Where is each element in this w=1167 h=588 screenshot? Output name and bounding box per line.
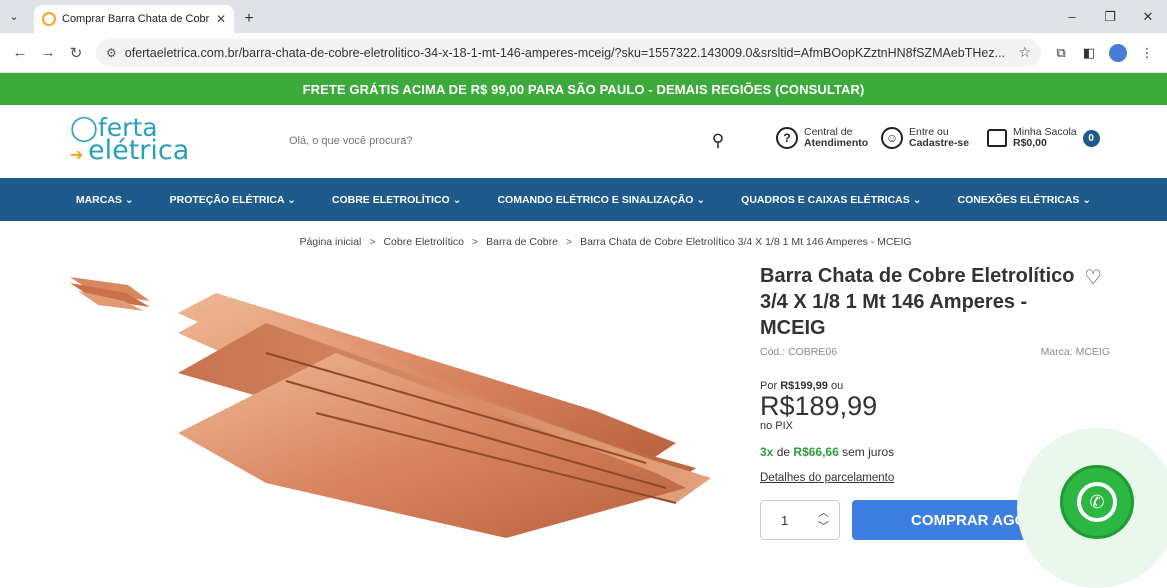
cart-count-badge: 0 — [1082, 129, 1100, 147]
product-brand: Marca: MCEIG — [1040, 346, 1110, 358]
site-favicon-icon — [42, 12, 56, 26]
tab-title: Comprar Barra Chata de Cobre — [62, 13, 210, 25]
breadcrumb-current: Barra Chata de Cobre Eletrolítico 3/4 X … — [580, 236, 912, 248]
shopping-bag-icon — [987, 129, 1007, 147]
product-code: Cód.: COBRE06 — [760, 346, 838, 358]
free-shipping-banner: FRETE GRÁTIS ACIMA DE R$ 99,00 PARA SÃO … — [0, 73, 1167, 105]
installments-count: 3x — [760, 445, 774, 459]
category-nav: MARCAS ⌄ PROTEÇÃO ELÉTRICA ⌄ COBRE ELETR… — [0, 178, 1167, 221]
address-bar: ← → ↻ ⚙ ofertaeletrica.com.br/barra-chat… — [0, 33, 1167, 73]
minimize-button[interactable]: – — [1053, 9, 1091, 24]
pix-price: R$189,99 — [760, 391, 878, 421]
bookmark-star-icon[interactable]: ☆ — [1018, 44, 1031, 61]
chevron-down-icon[interactable]: ﹀ — [818, 520, 829, 534]
window-controls: – ❐ ✕ — [1053, 0, 1167, 33]
installments-value: R$66,66 — [793, 445, 839, 459]
cart-total: R$0,00 — [1013, 137, 1047, 149]
account-link[interactable]: ☺ Entre ou Cadastre-se — [881, 127, 969, 149]
account-label-2: Cadastre-se — [909, 137, 970, 149]
search-bar: ⚲ — [278, 127, 728, 155]
tab-close-icon[interactable]: ✕ — [216, 12, 226, 26]
whatsapp-icon: ✆ — [1077, 482, 1117, 522]
chevron-up-icon[interactable]: ︿ — [818, 506, 829, 520]
profile-avatar[interactable] — [1109, 43, 1127, 62]
installments-de: de — [776, 445, 791, 459]
quantity-stepper[interactable]: 1 ︿ ﹀ — [760, 500, 840, 540]
help-icon: ? — [776, 127, 798, 149]
support-label-2: Atendimento — [804, 137, 869, 149]
quantity-arrows: ︿ ﹀ — [818, 506, 829, 534]
search-icon[interactable]: ⚲ — [708, 131, 728, 151]
side-panel-icon[interactable]: ◧ — [1075, 45, 1103, 61]
quantity-value: 1 — [781, 512, 789, 528]
nav-item-protecao[interactable]: PROTEÇÃO ELÉTRICA ⌄ — [152, 194, 314, 206]
tab-search-icon[interactable]: ⌄ — [0, 0, 28, 33]
browser-tabbar: ⌄ Comprar Barra Chata de Cobre ✕ + – ❐ ✕ — [0, 0, 1167, 33]
logo-text-bottom: elétrica — [88, 135, 190, 166]
installments-suffix: sem juros — [842, 445, 895, 459]
maximize-button[interactable]: ❐ — [1091, 9, 1129, 25]
nav-item-quadros[interactable]: QUADROS E CAIXAS ELÉTRICAS ⌄ — [723, 194, 939, 206]
site-info-icon[interactable]: ⚙ — [106, 46, 117, 60]
product-meta: Cód.: COBRE06 Marca: MCEIG — [760, 346, 1110, 358]
cart-link[interactable]: Minha Sacola R$0,00 0 — [987, 127, 1100, 149]
nav-item-marcas[interactable]: MARCAS ⌄ — [58, 194, 152, 206]
wishlist-heart-icon[interactable]: ♡ — [1084, 265, 1102, 290]
breadcrumb-category[interactable]: Cobre Eletrolítico — [383, 236, 464, 248]
breadcrumb-chevron-icon: > — [472, 236, 479, 248]
customer-support-link[interactable]: ? Central de Atendimento — [776, 127, 868, 149]
browser-menu-icon[interactable]: ⋮ — [1133, 45, 1161, 61]
browser-tab[interactable]: Comprar Barra Chata de Cobre ✕ — [34, 5, 234, 33]
plug-icon: ➔ — [70, 147, 84, 164]
nav-item-conexoes[interactable]: CONEXÕES ELÉTRICAS ⌄ — [940, 194, 1110, 206]
site-header: ◯ferta ➔ elétrica ⚲ ? Central deAtendime… — [0, 105, 1167, 178]
back-button[interactable]: ← — [6, 44, 34, 61]
site-logo[interactable]: ◯ferta ➔ elétrica — [70, 113, 230, 166]
user-icon: ☺ — [881, 127, 903, 149]
breadcrumb-home[interactable]: Página inicial — [299, 236, 361, 248]
product-thumbnail[interactable] — [68, 271, 152, 313]
nav-item-cobre[interactable]: COBRE ELETROLÍTICO ⌄ — [314, 194, 480, 206]
pix-label: no PIX — [760, 420, 794, 432]
url-field[interactable]: ⚙ ofertaeletrica.com.br/barra-chata-de-c… — [96, 38, 1041, 67]
breadcrumb-chevron-icon: > — [565, 236, 573, 248]
close-window-button[interactable]: ✕ — [1129, 9, 1167, 25]
product-main-image[interactable] — [176, 293, 736, 538]
search-input[interactable] — [278, 135, 708, 147]
forward-button[interactable]: → — [34, 44, 62, 61]
breadcrumb-chevron-icon: > — [369, 236, 376, 248]
extensions-icon[interactable]: ⧉ — [1047, 45, 1075, 61]
reload-button[interactable]: ↻ — [62, 44, 90, 62]
breadcrumb-subcategory[interactable]: Barra de Cobre — [486, 236, 558, 248]
breadcrumb: Página inicial > Cobre Eletrolítico > Ba… — [0, 221, 1167, 263]
product-title: Barra Chata de Cobre Eletrolítico 3/4 X … — [760, 265, 1075, 339]
whatsapp-button[interactable]: ✆ — [1060, 465, 1134, 539]
product-section: Barra Chata de Cobre Eletrolítico 3/4 X … — [0, 263, 1167, 540]
new-tab-button[interactable]: + — [234, 5, 264, 33]
nav-item-comando[interactable]: COMANDO ELÉTRICO E SINALIZAÇÃO ⌄ — [479, 194, 723, 206]
url-text: ofertaeletrica.com.br/barra-chata-de-cob… — [124, 45, 1006, 60]
